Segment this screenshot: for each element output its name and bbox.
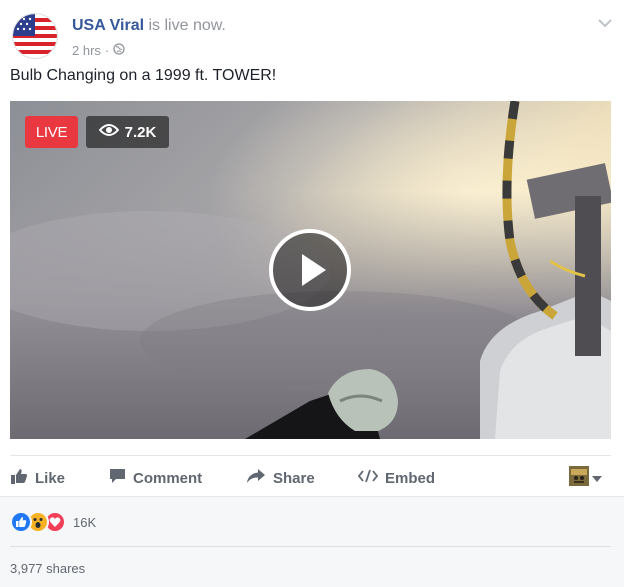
share-label: Share — [273, 469, 315, 487]
reactions-summary[interactable]: 16K — [10, 511, 96, 533]
author-name[interactable]: USA Viral — [72, 17, 144, 34]
play-icon — [302, 254, 326, 286]
comment-label: Comment — [133, 469, 203, 487]
video-player[interactable]: LIVE 7.2K — [10, 101, 611, 439]
like-reaction-icon — [10, 511, 32, 533]
comment-icon — [109, 468, 126, 488]
author-status: is live now. — [148, 17, 226, 34]
embed-icon — [357, 469, 379, 487]
page-avatar[interactable] — [12, 13, 58, 59]
viewer-count-badge: 7.2K — [86, 116, 169, 148]
reaction-count[interactable]: 16K — [73, 515, 96, 530]
live-badge: LIVE — [25, 116, 78, 148]
chevron-down-icon[interactable] — [596, 16, 614, 30]
post-caption: Bulb Changing on a 1999 ft. TOWER! — [10, 67, 277, 84]
globe-icon — [113, 43, 125, 58]
eye-icon — [98, 123, 120, 141]
post-timestamp[interactable]: 2 hrs — [72, 43, 101, 58]
share-button[interactable]: Share — [246, 468, 315, 488]
comment-button[interactable]: Comment — [109, 468, 202, 488]
embed-label: Embed — [385, 469, 436, 487]
user-avatar-icon — [569, 466, 589, 490]
share-icon — [246, 468, 266, 488]
post-card: USA Viral is live now. 2 hrs · Bulb Chan… — [0, 0, 624, 587]
thumbs-up-icon — [10, 468, 28, 488]
play-button[interactable] — [269, 229, 351, 311]
footer-divider — [10, 546, 611, 547]
like-label: Like — [35, 469, 66, 487]
viewer-count: 7.2K — [124, 123, 157, 141]
post-meta: 2 hrs · — [72, 43, 125, 58]
like-button[interactable]: Like — [10, 468, 65, 488]
post-actions-bar: Like Comment Share Embed — [10, 455, 611, 496]
caret-down-icon — [592, 470, 602, 487]
share-count[interactable]: 3,977 shares — [10, 561, 85, 576]
author-line: USA Viral is live now. — [72, 17, 226, 35]
post-as-selector[interactable] — [569, 466, 602, 490]
meta-separator: · — [104, 43, 110, 58]
embed-button[interactable]: Embed — [357, 468, 436, 488]
reactions-footer: 16K 3,977 shares — [0, 496, 624, 587]
